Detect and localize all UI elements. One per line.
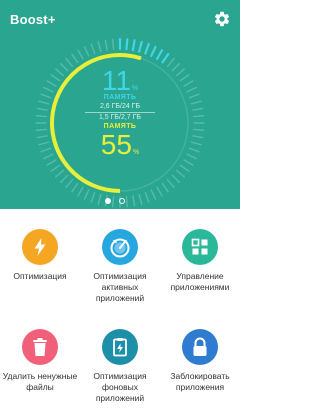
optimize-button[interactable]: Оптимизация [0,209,80,309]
delete-junk-files-label: Удалить ненужные файлы [2,371,78,392]
delete-junk-files-button[interactable]: Удалить ненужные файлы [0,309,80,409]
lock-icon [193,337,207,356]
memory-percent: 55% [100,129,140,160]
app-grid-icon [191,238,208,255]
page-dot-inactive[interactable] [119,198,125,204]
lightning-icon [34,238,46,256]
dial-divider [85,112,155,113]
optimize-background-apps-icon-circle [102,329,138,365]
action-grid: Оптимизация Оптимизация активных приложе… [0,209,240,412]
page-indicator[interactable] [0,198,240,206]
status-panel: Boost+ 11% ПАМЯТЬ 2,6 ГБ/24 ГБ 1,5 ГБ/2,… [0,0,240,209]
storage-label: ПАМЯТЬ [103,94,137,101]
manage-apps-button[interactable]: Управление приложениями [160,209,240,309]
lock-apps-icon-circle [182,329,218,365]
delete-junk-files-icon-circle [22,329,58,365]
optimize-background-apps-button[interactable]: Оптимизация фоновых приложений [80,309,160,409]
manage-apps-label: Управление приложениями [170,271,230,292]
optimize-active-apps-icon-circle [102,229,138,265]
lock-apps-button[interactable]: Заблокировать приложения [160,309,240,409]
memory-detail: 1,5 ГБ/2,7 ГБ [98,114,142,121]
trash-icon [33,338,47,356]
manage-apps-icon-circle [182,229,218,265]
optimize-icon-circle [22,229,58,265]
optimize-active-apps-label: Оптимизация активных приложений [93,271,147,303]
storage-detail: 2,6 ГБ/24 ГБ [99,103,141,110]
page-dot-active[interactable] [105,198,111,204]
optimize-active-apps-button[interactable]: Оптимизация активных приложений [80,209,160,309]
clipboard-icon [113,338,127,357]
optimize-label: Оптимизация [13,271,67,281]
lock-apps-label: Заблокировать приложения [170,371,230,392]
gauge-icon [110,238,130,258]
optimize-background-apps-label: Оптимизация фоновых приложений [93,371,147,403]
